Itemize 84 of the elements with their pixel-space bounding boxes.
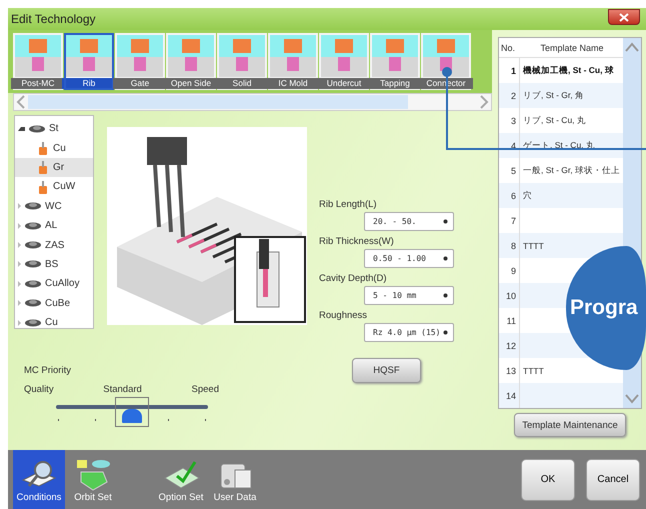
dropdown-field[interactable]: 0.50 - 1.00 [364, 249, 454, 268]
dropdown-field[interactable]: Rz 4.0 µm (15) [364, 323, 454, 342]
electrode-shape-icon [117, 35, 163, 77]
tree-item[interactable]: CuBe [15, 294, 93, 313]
scrollbar-thumb[interactable] [28, 95, 408, 109]
toolbar-button[interactable]: Conditions [13, 450, 65, 509]
dialog-button[interactable]: Cancel [586, 458, 640, 500]
caret-icon [443, 219, 448, 224]
material-icon [24, 259, 42, 270]
caret-icon [443, 256, 448, 261]
electrode-icon [36, 180, 50, 194]
toolbar-button[interactable]: Option Set [155, 450, 207, 509]
priority-label: Standard [103, 384, 142, 395]
shape-tab[interactable]: Solid [217, 33, 267, 90]
tree-item[interactable]: BS [15, 254, 93, 274]
dropdown-field[interactable]: 5 - 10 mm [364, 286, 454, 305]
shape-tab[interactable]: Rib [64, 33, 114, 90]
close-button[interactable] [608, 9, 640, 25]
shape-tab[interactable]: Post-MC [13, 33, 63, 90]
template-maintenance-button[interactable]: Template Maintenance [514, 413, 626, 437]
scroll-down-icon[interactable] [624, 393, 640, 405]
shape-tab[interactable]: Gate [115, 33, 165, 90]
tree-item[interactable]: Cu [15, 138, 93, 158]
tree-item[interactable]: Gr [15, 158, 93, 178]
priority-label: Speed [192, 384, 219, 395]
dialog-button[interactable]: OK [521, 458, 575, 500]
hqsf-button[interactable]: HQSF [352, 358, 421, 383]
template-row[interactable]: 8 TTTT [499, 233, 623, 258]
electrode-icon [36, 141, 50, 156]
material-icon [24, 298, 42, 308]
material-icon [24, 318, 42, 328]
template-row[interactable]: 6 穴 [499, 183, 623, 208]
shape-tab[interactable]: Tapping [370, 33, 420, 90]
expander-icon[interactable] [18, 126, 25, 131]
material-icon [24, 201, 42, 212]
field-label: Roughness [319, 310, 368, 321]
caret-icon [443, 330, 448, 335]
tree-item[interactable]: St [15, 119, 93, 138]
electrode-shape-icon [66, 35, 112, 77]
shape-tab[interactable]: IC Mold [268, 33, 318, 90]
dropdown-field[interactable]: 20. - 50. [364, 212, 454, 231]
field-label: Rib Thickness(W) [319, 236, 395, 247]
field-label: Cavity Depth(D) [319, 273, 388, 284]
shape-tab[interactable]: Open Side [166, 33, 216, 90]
material-icon [28, 124, 46, 134]
tree-item[interactable]: CuW [15, 177, 93, 197]
shape-tab[interactable]: Connector [421, 33, 471, 90]
column-header[interactable]: Template Name [521, 42, 623, 52]
template-row[interactable]: 14 [499, 383, 623, 408]
priority-label: Quality [24, 384, 54, 395]
field-label: Rib Length(L) [319, 199, 378, 210]
material-icon [24, 240, 42, 250]
scroll-right-icon[interactable] [479, 95, 489, 109]
slider-tick [94, 419, 96, 421]
electrode-shape-icon [423, 35, 469, 77]
material-icon [24, 220, 42, 231]
electrode-shape-icon [372, 35, 418, 77]
horizontal-scrollbar[interactable] [13, 93, 492, 111]
electrode-shape-icon [219, 35, 265, 77]
electrode-shape-icon [321, 35, 367, 77]
column-header[interactable]: No. [499, 42, 521, 52]
caret-icon [443, 293, 448, 298]
scroll-up-icon[interactable] [624, 41, 640, 53]
close-icon [619, 12, 629, 22]
material-icon [24, 278, 42, 289]
window-title: Edit Technology [10, 12, 96, 26]
tree-item[interactable]: WC [15, 196, 93, 216]
electrode-shape-icon [270, 35, 316, 77]
shape-tab[interactable]: Undercut [319, 33, 369, 90]
electrode-shape-icon [168, 35, 214, 77]
scroll-left-icon[interactable] [16, 95, 26, 109]
toolbar-button[interactable]: Orbit Set [67, 450, 119, 509]
tree-item[interactable]: CuAlloy [15, 274, 93, 294]
priority-title: MC Priority [24, 365, 72, 376]
electrode-icon [36, 160, 50, 174]
toolbar-button[interactable]: User Data [209, 450, 261, 509]
slider-tick [205, 419, 206, 421]
template-row[interactable]: 2 リブ, St - Gr, 角 [499, 83, 623, 108]
slider-thumb[interactable] [115, 397, 149, 427]
tree-item[interactable]: AL [15, 216, 93, 236]
slider-tick [58, 419, 59, 421]
tree-item[interactable]: Cu [15, 312, 93, 332]
electrode-shape-icon [15, 35, 61, 77]
tree-item[interactable]: ZAS [15, 235, 93, 255]
